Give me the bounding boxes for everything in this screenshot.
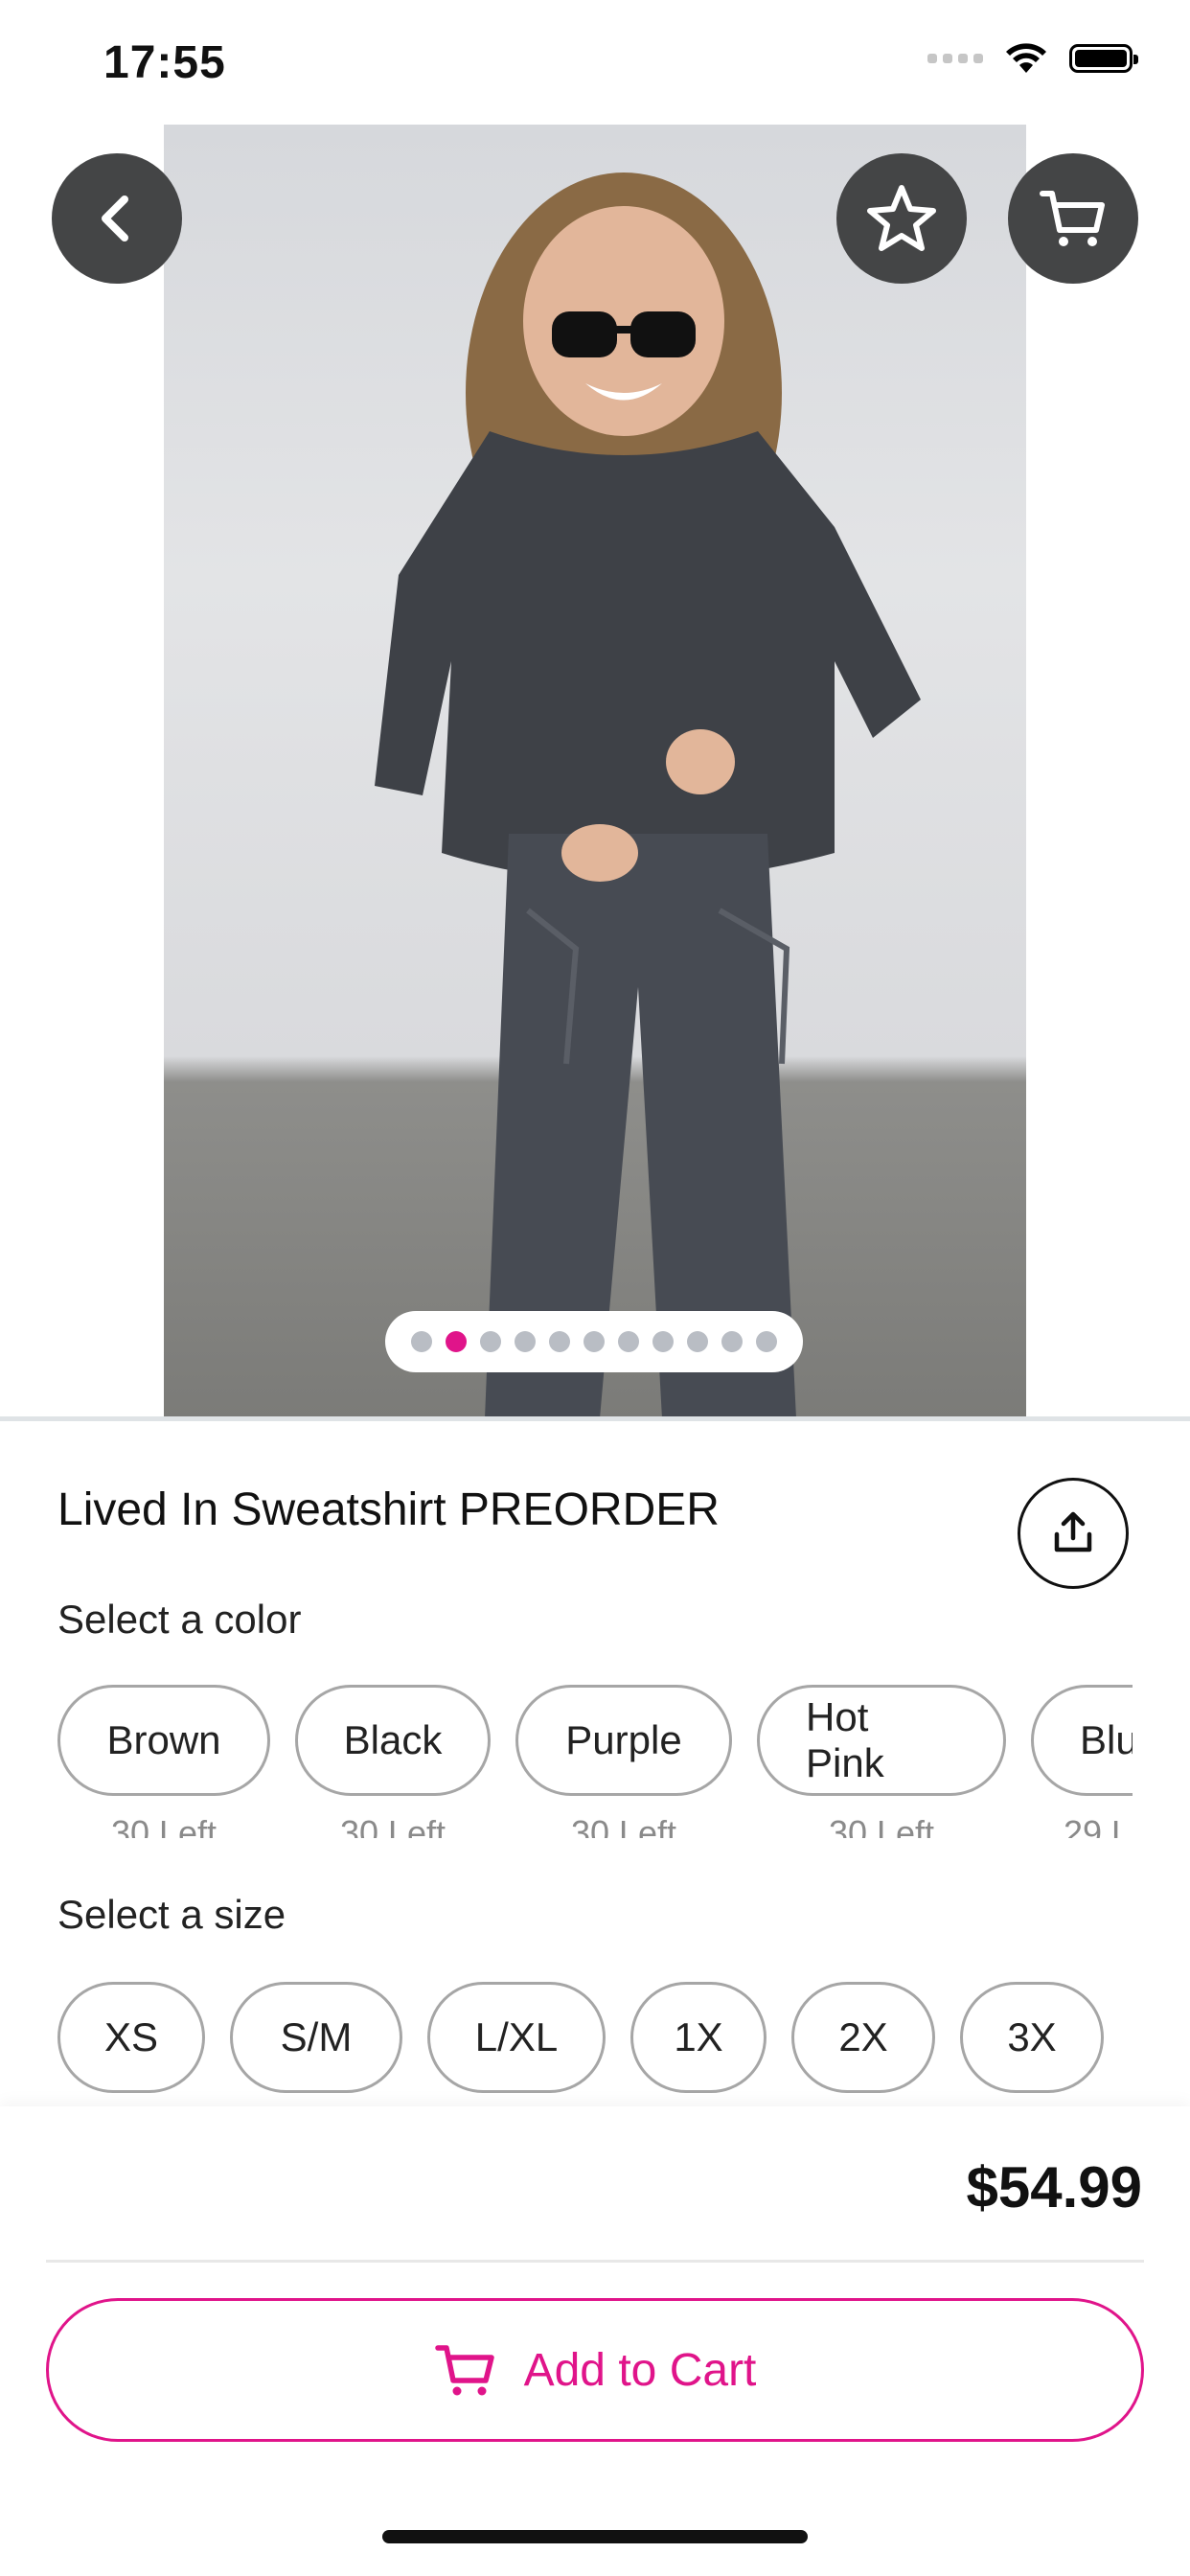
size-chip-lxl[interactable]: L/XL xyxy=(427,1982,606,2093)
color-stock: 30 Left xyxy=(570,1813,677,1838)
size-chip-1x[interactable]: 1X xyxy=(630,1982,767,2093)
size-options: XS S/M L/XL 1X 2X 3X xyxy=(57,1982,1104,2093)
color-stock: 30 Left xyxy=(110,1813,217,1838)
image-pagination[interactable] xyxy=(385,1311,803,1372)
pagination-dot[interactable] xyxy=(411,1331,432,1352)
product-price: $54.99 xyxy=(966,2155,1142,2220)
color-option: Purple 30 Left xyxy=(515,1685,732,1838)
pagination-dot[interactable] xyxy=(756,1331,777,1352)
purchase-footer: $54.99 Add to Cart xyxy=(0,2106,1190,2576)
color-options-scroller[interactable]: Brown 30 Left Black 30 Left Purple 30 Le… xyxy=(57,1685,1133,1838)
cart-icon xyxy=(434,2345,494,2396)
status-bar: 17:55 xyxy=(0,0,1190,125)
size-chip-3x[interactable]: 3X xyxy=(960,1982,1104,2093)
size-chip-2x[interactable]: 2X xyxy=(791,1982,935,2093)
footer-divider xyxy=(46,2260,1144,2263)
pagination-dot[interactable] xyxy=(687,1331,708,1352)
pagination-dot[interactable] xyxy=(652,1331,674,1352)
color-section-label: Select a color xyxy=(57,1597,302,1642)
color-chip-black[interactable]: Black xyxy=(295,1685,491,1796)
color-stock: 30 Left xyxy=(828,1813,935,1838)
size-chip-xs[interactable]: XS xyxy=(57,1982,205,2093)
color-chip-purple[interactable]: Purple xyxy=(515,1685,732,1796)
home-indicator[interactable] xyxy=(382,2530,808,2543)
color-options: Brown 30 Left Black 30 Left Purple 30 Le… xyxy=(57,1685,1133,1838)
wifi-icon xyxy=(1006,43,1046,73)
status-time: 17:55 xyxy=(103,37,226,88)
color-stock: 30 Left xyxy=(339,1813,446,1838)
product-image[interactable] xyxy=(164,125,1026,1418)
favorite-button[interactable] xyxy=(836,153,967,284)
share-icon xyxy=(1054,1511,1092,1552)
color-chip-brown[interactable]: Brown xyxy=(57,1685,270,1796)
add-to-cart-button[interactable]: Add to Cart xyxy=(46,2298,1144,2442)
pagination-dot[interactable] xyxy=(515,1331,536,1352)
color-option: Brown 30 Left xyxy=(57,1685,270,1838)
pagination-dot[interactable] xyxy=(549,1331,570,1352)
product-photo-figure xyxy=(375,172,921,1418)
color-option: Hot Pink 30 Left xyxy=(757,1685,1006,1838)
pagination-dot[interactable] xyxy=(618,1331,639,1352)
pagination-dot-active[interactable] xyxy=(446,1331,467,1352)
color-chip-blue[interactable]: Blu xyxy=(1031,1685,1133,1796)
back-button[interactable] xyxy=(52,153,182,284)
pagination-dot[interactable] xyxy=(721,1331,743,1352)
size-section-label: Select a size xyxy=(57,1892,286,1937)
cart-button[interactable] xyxy=(1008,153,1138,284)
product-title: Lived In Sweatshirt PREORDER xyxy=(57,1484,720,1535)
color-chip-hot-pink[interactable]: Hot Pink xyxy=(757,1685,1006,1796)
share-button[interactable] xyxy=(1018,1478,1129,1589)
color-option: Blu 29 L xyxy=(1031,1685,1133,1838)
status-icons xyxy=(927,42,1138,75)
cart-icon xyxy=(1040,191,1105,246)
color-option: Black 30 Left xyxy=(295,1685,491,1838)
battery-icon xyxy=(1069,44,1138,73)
chevron-left-icon xyxy=(102,196,128,242)
color-stock: 29 L xyxy=(1064,1813,1132,1838)
image-divider xyxy=(0,1416,1190,1421)
pagination-dot[interactable] xyxy=(584,1331,605,1352)
signal-icon xyxy=(927,54,983,63)
add-to-cart-label: Add to Cart xyxy=(523,2344,757,2396)
star-icon xyxy=(867,185,936,251)
pagination-dot[interactable] xyxy=(480,1331,501,1352)
size-chip-sm[interactable]: S/M xyxy=(230,1982,402,2093)
